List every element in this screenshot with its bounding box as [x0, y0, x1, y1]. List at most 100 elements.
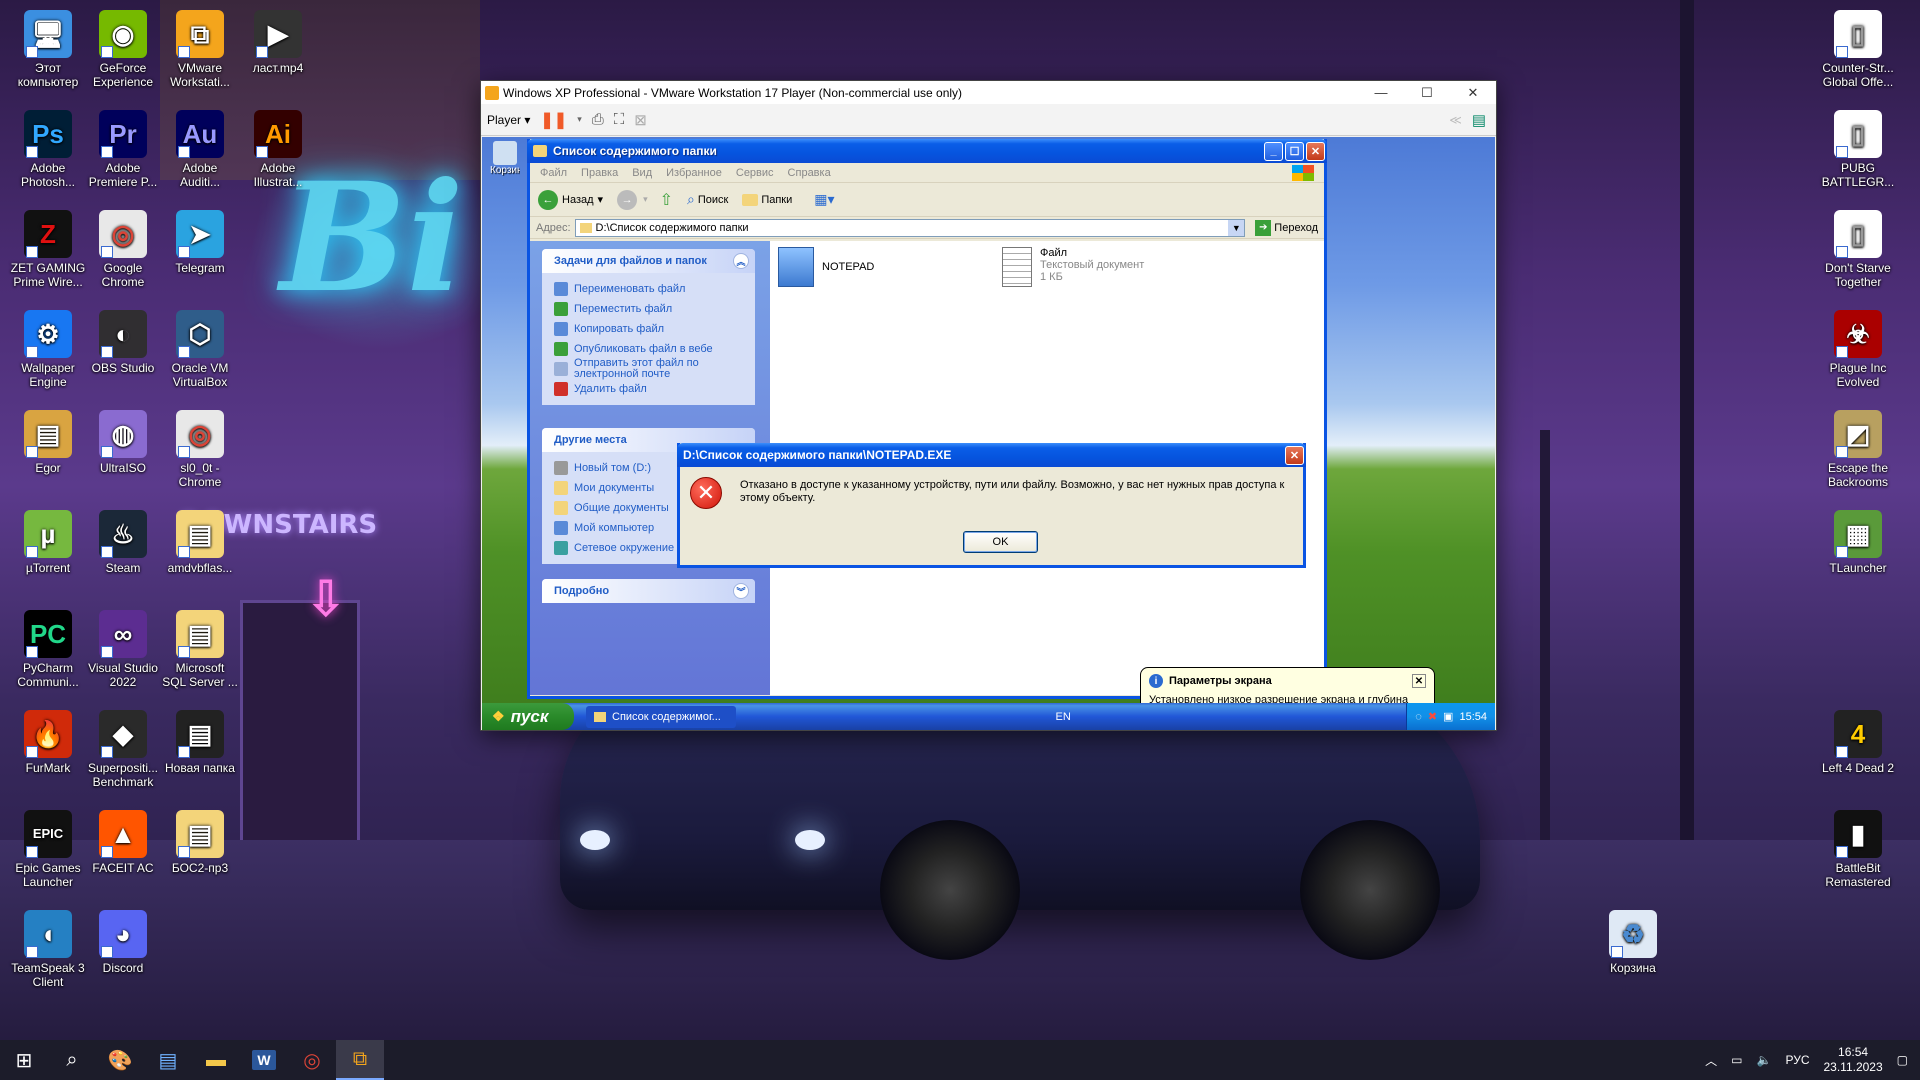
- guest-screen[interactable]: Корзина Список содержимого папки _ ☐ ✕ Ф…: [482, 137, 1495, 730]
- close-button[interactable]: ✕: [1285, 445, 1304, 465]
- taskbar-paint-app[interactable]: 🎨: [96, 1040, 144, 1080]
- xp-desktop-recycle-bin[interactable]: Корзина: [490, 141, 520, 176]
- desktop-icon[interactable]: ∞ Visual Studio 2022: [85, 610, 161, 689]
- desktop-icon[interactable]: 4 Left 4 Dead 2: [1820, 710, 1896, 775]
- chevron-up-icon[interactable]: ︿: [1705, 1052, 1717, 1069]
- ok-button[interactable]: OK: [963, 531, 1038, 553]
- forward-dropdown-icon[interactable]: ▾: [643, 194, 648, 205]
- desktop-icon[interactable]: ◆ Superpositi... Benchmark: [85, 710, 161, 789]
- desktop-icon[interactable]: ♻ Корзина: [1595, 910, 1671, 975]
- taskbar-word[interactable]: W: [240, 1040, 288, 1080]
- tray-display-icon[interactable]: ▣: [1443, 710, 1453, 723]
- views-button[interactable]: ▦▾: [814, 191, 834, 208]
- desktop-icon[interactable]: ▤ amdvbflas...: [162, 510, 238, 575]
- task-item[interactable]: Удалить файл: [554, 379, 745, 399]
- desktop-icon[interactable]: ◍ UltraISO: [85, 410, 161, 475]
- back-arrows-icon[interactable]: ≪: [1449, 113, 1462, 127]
- taskbar-file-explorer[interactable]: ▬: [192, 1040, 240, 1080]
- details-header[interactable]: Подробно ︾: [542, 579, 755, 603]
- desktop-icon[interactable]: ⬡ Oracle VM VirtualBox: [162, 310, 238, 389]
- desktop-icon[interactable]: 🔥 FurMark: [10, 710, 86, 775]
- task-item[interactable]: Переименовать файл: [554, 279, 745, 299]
- explorer-title-bar[interactable]: Список содержимого папки _ ☐ ✕: [527, 139, 1327, 163]
- desktop-icon[interactable]: PC PyCharm Communi...: [10, 610, 86, 689]
- back-button[interactable]: ← Назад ▾: [538, 189, 603, 210]
- volume-icon[interactable]: 🔈: [1757, 1053, 1772, 1067]
- tray-network-icon[interactable]: ◌: [1415, 711, 1422, 723]
- pause-dropdown-icon[interactable]: ▾: [577, 114, 582, 125]
- folders-button[interactable]: Папки: [742, 193, 792, 206]
- balloon-close-button[interactable]: ✕: [1412, 674, 1426, 688]
- taskbar-chrome[interactable]: ◎: [288, 1040, 336, 1080]
- menu-item[interactable]: Правка: [581, 167, 618, 179]
- go-button[interactable]: ➔ Переход: [1249, 219, 1324, 236]
- xp-clock[interactable]: 15:54: [1459, 711, 1487, 723]
- task-item[interactable]: Опубликовать файл в вебе: [554, 339, 745, 359]
- desktop-icon[interactable]: ☣ Plague Inc Evolved: [1820, 310, 1896, 389]
- file-item-notepad[interactable]: NOTEPAD: [778, 247, 874, 287]
- taskbar-vmware[interactable]: ⧉: [336, 1040, 384, 1080]
- menu-item[interactable]: Избранное: [666, 167, 722, 179]
- error-dialog-title-bar[interactable]: D:\Список содержимого папки\NOTEPAD.EXE …: [677, 443, 1306, 467]
- search-button[interactable]: ⌕: [48, 1040, 96, 1080]
- network-icon[interactable]: ▭: [1731, 1053, 1742, 1067]
- desktop-icon[interactable]: ▦ TLauncher: [1820, 510, 1896, 575]
- start-button[interactable]: ⊞: [0, 1040, 48, 1080]
- address-dropdown-icon[interactable]: ▼: [1228, 219, 1245, 236]
- desktop-icon[interactable]: Ai Adobe Illustrat...: [240, 110, 316, 189]
- desktop-icon[interactable]: ◉ GeForce Experience: [85, 10, 161, 89]
- desktop-icon[interactable]: ◎ Google Chrome: [85, 210, 161, 289]
- desktop-icon[interactable]: ▮ BattleBit Remastered: [1820, 810, 1896, 889]
- desktop-icon[interactable]: ▯ PUBG BATTLEGR...: [1820, 110, 1896, 189]
- desktop-icon[interactable]: ▲ FACEIT AC: [85, 810, 161, 875]
- desktop-icon[interactable]: ➤ Telegram: [162, 210, 238, 275]
- collapse-icon[interactable]: ︽: [733, 253, 749, 269]
- minimize-button[interactable]: _: [1264, 141, 1283, 161]
- address-field[interactable]: D:\Список содержимого папки ▼: [574, 218, 1246, 237]
- expand-icon[interactable]: ︾: [733, 583, 749, 599]
- close-button[interactable]: ✕: [1450, 85, 1496, 101]
- desktop-icon[interactable]: ◕ Discord: [85, 910, 161, 975]
- desktop-icon[interactable]: µ µTorrent: [10, 510, 86, 575]
- desktop-icon[interactable]: ⧉ VMware Workstati...: [162, 10, 238, 89]
- vmware-title-bar[interactable]: Windows XP Professional - VMware Worksta…: [481, 81, 1496, 104]
- desktop-icon[interactable]: ◩ Escape the Backrooms: [1820, 410, 1896, 489]
- player-menu[interactable]: Player ▾: [487, 113, 530, 127]
- task-item[interactable]: Переместить файл: [554, 299, 745, 319]
- desktop-icon[interactable]: EPIC Epic Games Launcher: [10, 810, 86, 889]
- desktop-icon[interactable]: Au Adobe Auditi...: [162, 110, 238, 189]
- unity-icon[interactable]: ⊠: [634, 111, 647, 129]
- desktop-icon[interactable]: ▤ Egor: [10, 410, 86, 475]
- desktop-icon[interactable]: ▯ Don't Starve Together: [1820, 210, 1896, 289]
- file-item-text[interactable]: Файл Текстовый документ 1 КБ: [1002, 247, 1144, 287]
- file-tasks-header[interactable]: Задачи для файлов и папок ︽: [542, 249, 755, 273]
- menu-item[interactable]: Справка: [788, 167, 831, 179]
- desktop-icon[interactable]: 🖥 Этот компьютер: [10, 10, 86, 89]
- tray-error-icon[interactable]: ✖: [1428, 710, 1437, 723]
- desktop-icon[interactable]: Ps Adobe Photosh...: [10, 110, 86, 189]
- desktop-icon[interactable]: Pr Adobe Premiere P...: [85, 110, 161, 189]
- close-button[interactable]: ✕: [1306, 141, 1325, 161]
- desktop-icon[interactable]: ▤ Новая папка: [162, 710, 238, 775]
- input-language[interactable]: РУС: [1785, 1053, 1809, 1067]
- desktop-icon[interactable]: ◐ OBS Studio: [85, 310, 161, 375]
- language-indicator[interactable]: EN: [1056, 711, 1071, 723]
- desktop-icon[interactable]: ▤ Microsoft SQL Server ...: [162, 610, 238, 689]
- desktop-icon[interactable]: ◖ TeamSpeak 3 Client: [10, 910, 86, 989]
- menu-item[interactable]: Вид: [632, 167, 652, 179]
- desktop-icon[interactable]: ◎ sl0_0t - Chrome: [162, 410, 238, 489]
- start-button[interactable]: ❖ пуск: [482, 703, 574, 730]
- send-ctrl-alt-del-icon[interactable]: ⎙: [592, 111, 604, 128]
- desktop-icon[interactable]: ▶ ласт.mp4: [240, 10, 316, 75]
- maximize-button[interactable]: ☐: [1404, 85, 1450, 101]
- forward-button[interactable]: →: [617, 189, 638, 210]
- desktop-icon[interactable]: ▯ Counter-Str... Global Offe...: [1820, 10, 1896, 89]
- up-folder-icon[interactable]: ⇧: [660, 190, 673, 210]
- clock[interactable]: 16:54 23.11.2023: [1823, 1045, 1882, 1075]
- minimize-button[interactable]: —: [1358, 85, 1404, 100]
- vmware-window[interactable]: Windows XP Professional - VMware Worksta…: [480, 80, 1497, 731]
- menu-item[interactable]: Сервис: [736, 167, 774, 179]
- taskbar-explorer-button[interactable]: Список содержимог...: [586, 705, 736, 728]
- desktop-icon[interactable]: ▤ БОС2-пр3: [162, 810, 238, 875]
- desktop-icon[interactable]: ⚙ Wallpaper Engine: [10, 310, 86, 389]
